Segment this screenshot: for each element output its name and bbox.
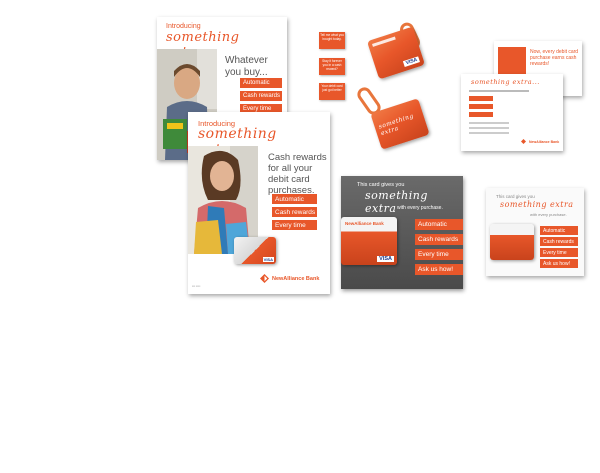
card-bank-name: NewAlliance Bank	[345, 221, 384, 226]
mailer-headline: Now, every debit card purchase earns cas…	[530, 49, 579, 67]
pill-ask-us-how: Ask us how!	[540, 259, 578, 268]
mailer-script: something extra...	[471, 78, 540, 86]
debit-card-image: NewAlliance Bank VISA	[341, 217, 397, 265]
display-script: something extra	[365, 189, 428, 215]
mailer-bar	[469, 112, 493, 117]
pill-automatic: Automatic	[240, 78, 282, 88]
mailer-body-line	[469, 122, 509, 124]
pill-cash-rewards: Cash rewards	[415, 234, 463, 245]
tag-card-2: Stay it forever you in a cash reward?	[319, 58, 345, 75]
bank-logo-icon	[521, 139, 526, 144]
counter-display: This card gives you something extra with…	[341, 176, 463, 289]
table-tent: This card gives you something extra with…	[486, 188, 584, 276]
debit-card-image: VISA	[234, 237, 276, 264]
tag-card-1: Tell me what you bought today.	[319, 32, 345, 49]
poster-headline-line: you buy...	[225, 66, 268, 78]
poster-headline: Cash rewards for all your debit card pur…	[268, 152, 327, 197]
bank-logo-text: NewAlliance Bank	[529, 139, 560, 144]
keycard-logo	[372, 36, 396, 47]
display-line-1: This card gives you	[357, 182, 405, 188]
bank-logo-text: NewAlliance Bank	[272, 275, 320, 282]
mailer-body-line	[469, 90, 529, 92]
pill-automatic: Automatic	[540, 226, 578, 235]
pill-every-time: Every time	[540, 248, 578, 257]
debit-card-image	[490, 224, 534, 260]
card-visa-logo: VISA	[377, 256, 394, 262]
pill-automatic: Automatic	[272, 194, 317, 204]
pill-every-time: Every time	[415, 249, 463, 260]
poster-cash-rewards: Introducing something extra... Cash rewa…	[188, 112, 330, 294]
tag-card-3: Your debit card just got better	[319, 83, 345, 100]
tent-line-1: This card gives you	[496, 194, 535, 199]
pill-cash-rewards: Cash rewards	[240, 91, 282, 101]
fine-print: ▪▪▪ ▪▪▪▪	[192, 284, 201, 288]
pill-automatic: Automatic	[415, 219, 463, 230]
tent-line-2: with every purchase.	[530, 212, 567, 217]
mailer-front: something extra... NewAlliance Bank	[461, 74, 563, 151]
pill-cash-rewards: Cash rewards	[540, 237, 578, 246]
pill-cash-rewards: Cash rewards	[272, 207, 317, 217]
pill-ask-us-how: Ask us how!	[415, 264, 463, 275]
keycard-script: something extra	[377, 112, 415, 138]
mailer-body-line	[469, 127, 509, 129]
poster-headline: Whatever you buy...	[225, 55, 268, 78]
mailer-bar	[469, 104, 493, 109]
mailer-body-line	[469, 132, 509, 134]
pill-every-time: Every time	[272, 220, 317, 230]
bank-logo-icon	[260, 274, 269, 283]
poster-headline-line: Whatever	[225, 55, 268, 66]
bank-logo: NewAlliance Bank	[521, 139, 559, 144]
keycard-visa: VISA	[403, 56, 420, 67]
mailer-bar	[469, 96, 493, 101]
display-line-2: with every purchase.	[397, 205, 443, 211]
card-visa-logo: VISA	[262, 257, 274, 262]
bank-logo: NewAlliance Bank	[260, 274, 319, 283]
tent-script: something extra	[500, 200, 574, 209]
poster-intro: Introducing	[166, 23, 201, 30]
